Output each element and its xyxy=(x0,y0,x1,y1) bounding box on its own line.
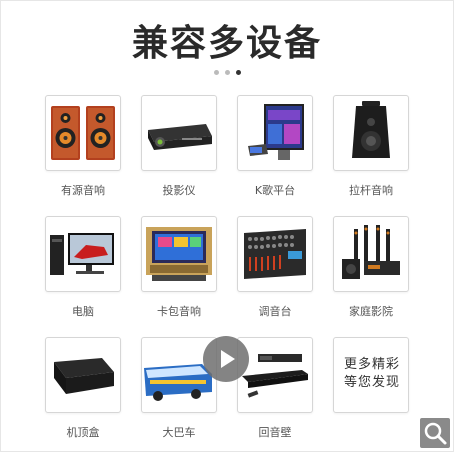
device-image xyxy=(333,216,409,292)
computer-icon xyxy=(50,233,114,275)
mixer-icon xyxy=(244,229,306,279)
carousel-dot-active[interactable] xyxy=(235,70,241,75)
device-image xyxy=(237,216,313,292)
device-image xyxy=(45,95,121,171)
device-card-computer[interactable]: 电脑 xyxy=(45,216,121,319)
more-devices-text: 更多精彩 等您发现 xyxy=(344,356,400,392)
device-label: 投影仪 xyxy=(162,184,196,197)
device-card-ktv-speaker[interactable]: 卡包音响 xyxy=(141,216,217,319)
search-icon xyxy=(424,422,447,445)
device-image xyxy=(141,95,217,171)
device-card-mixer[interactable]: 调音台 xyxy=(237,216,313,319)
device-label: 机顶盒 xyxy=(66,426,100,439)
device-image xyxy=(45,216,121,292)
device-image xyxy=(237,95,313,171)
projector-icon xyxy=(148,124,212,150)
more-line-2: 等您发现 xyxy=(344,375,401,390)
device-card-home-theater[interactable]: 家庭影院 xyxy=(333,216,409,319)
device-label: 大巴车 xyxy=(162,426,196,439)
search-button[interactable] xyxy=(420,418,450,448)
device-image xyxy=(237,337,313,413)
trolley-speaker-icon xyxy=(352,101,390,158)
device-image xyxy=(141,216,217,292)
device-label: 家庭影院 xyxy=(349,305,393,318)
karaoke-display-icon xyxy=(248,104,304,160)
speakers-icon xyxy=(51,106,115,160)
device-card-projector[interactable]: 投影仪 xyxy=(141,95,217,198)
device-label: K歌平台 xyxy=(254,184,296,197)
ktv-speaker-icon xyxy=(146,227,212,281)
device-card-active-speakers[interactable]: 有源音响 xyxy=(45,95,121,198)
device-label: 有源音响 xyxy=(61,184,105,197)
device-card-soundbar[interactable]: 回音壁 xyxy=(237,337,313,440)
more-devices-box: 更多精彩 等您发现 xyxy=(333,337,409,413)
more-line-1: 更多精彩 xyxy=(344,357,401,372)
device-card-trolley-speaker[interactable]: 拉杆音响 xyxy=(333,95,409,198)
carousel-dot[interactable] xyxy=(224,70,230,75)
device-label: 回音壁 xyxy=(258,426,292,439)
page-title: 兼容多设备 xyxy=(131,23,322,64)
carousel-indicator xyxy=(0,70,454,75)
device-image xyxy=(333,95,409,171)
soundbar-icon xyxy=(242,354,308,398)
set-top-box-icon xyxy=(54,358,114,394)
home-theater-icon xyxy=(342,225,400,279)
play-video-button[interactable] xyxy=(203,336,249,382)
more-devices-card[interactable]: 更多精彩 等您发现 xyxy=(333,337,409,413)
device-label: 卡包音响 xyxy=(157,305,201,318)
device-image xyxy=(45,337,121,413)
carousel-dot[interactable] xyxy=(213,70,219,75)
device-label: 电脑 xyxy=(72,305,94,318)
device-card-set-top-box[interactable]: 机顶盒 xyxy=(45,337,121,440)
device-label: 调音台 xyxy=(258,305,292,318)
device-card-karaoke[interactable]: K歌平台 xyxy=(237,95,313,198)
device-label: 拉杆音响 xyxy=(349,184,393,197)
